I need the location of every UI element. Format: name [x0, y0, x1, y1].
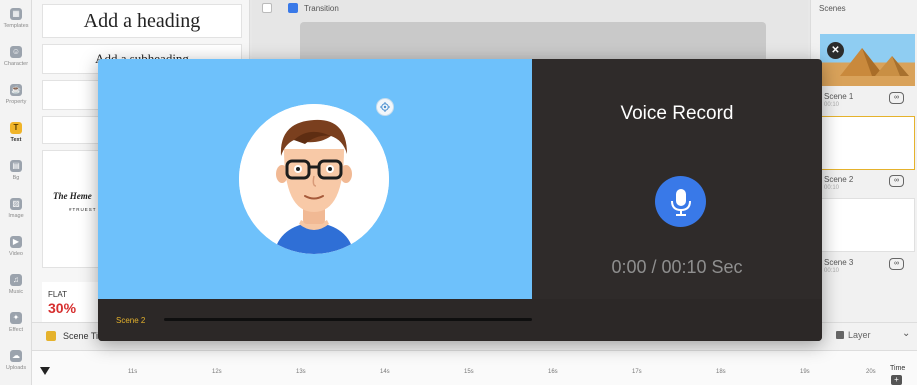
timeline-tick: 20s [866, 369, 876, 375]
sidebar-item-image[interactable]: ▨ Image [0, 198, 32, 219]
sidebar-item-label: Property [5, 99, 27, 105]
scene-3-link-icon[interactable]: ∞ [889, 258, 904, 270]
microphone-icon [670, 188, 691, 216]
timeline-tick: 12s [212, 369, 222, 375]
scene-duration: 00:10 [824, 102, 840, 108]
avatar [239, 104, 389, 254]
template-title: The Heme [53, 191, 92, 201]
sidebar-item-text[interactable]: T Text [0, 122, 32, 143]
templates-icon: ▦ [10, 8, 22, 20]
timeline-tick: 13s [296, 369, 306, 375]
timeline-tick: 18s [716, 369, 726, 375]
sidebar-item-label: Video [9, 251, 23, 257]
scene-2-link-icon[interactable]: ∞ [889, 175, 904, 187]
record-timer: 0:00 / 00:10 Sec [611, 257, 743, 277]
scene-timeline-icon [46, 331, 56, 341]
music-icon: ♫ [10, 274, 22, 286]
sidebar-item-character[interactable]: ☺ Character [0, 46, 32, 67]
template-subtitle: #TRUEST [69, 207, 97, 212]
timeline[interactable]: 11s 12s 13s 14s 15s 16s 17s 18s 19s 20s … [32, 350, 917, 385]
sidebar-item-video[interactable]: ▶ Video [0, 236, 32, 257]
scene-thumbnail-3[interactable] [820, 198, 915, 252]
sidebar-item-label: Image [8, 213, 24, 219]
recording-progress-bar: Scene 2 [98, 299, 822, 341]
background-icon: ▤ [10, 160, 22, 172]
promo-word: FLAT [48, 290, 67, 299]
playhead-icon[interactable] [40, 367, 50, 375]
scene-duration: 00:10 [824, 185, 840, 191]
image-icon: ▨ [10, 198, 22, 210]
checkbox[interactable] [262, 3, 272, 13]
add-heading-button[interactable]: Add a heading [42, 4, 242, 38]
sidebar-item-label: Text [10, 137, 22, 143]
layer-label[interactable]: Layer [848, 330, 871, 340]
scene-3-label[interactable]: Scene 3 00:10 [824, 258, 853, 276]
scene-name: Scene 1 [824, 92, 854, 101]
record-button[interactable] [655, 176, 706, 227]
promo-number: 30% [48, 300, 77, 316]
sidebar-item-label: Effect [9, 327, 23, 333]
scene-duration: 00:10 [824, 268, 840, 274]
recenter-glyph [380, 102, 390, 112]
sidebar-item-label: Uploads [5, 365, 27, 371]
scene-name: Scene 2 [824, 175, 854, 184]
timeline-tick: 19s [800, 369, 810, 375]
transition-label: Transition [304, 3, 339, 13]
character-preview [98, 59, 532, 299]
timeline-tick: 14s [380, 369, 390, 375]
recenter-icon[interactable] [376, 98, 394, 116]
sidebar-item-label: Bg [12, 175, 20, 181]
character-illustration [239, 104, 389, 254]
sidebar-item-label: Character [3, 61, 29, 67]
scene-1-label[interactable]: Scene 1 00:10 [824, 92, 853, 110]
heading-label: Add a heading [83, 10, 201, 32]
voice-record-panel: Voice Record 0:00 / 00:10 Sec [532, 59, 822, 299]
scene-2-label[interactable]: Scene 2 00:10 [824, 175, 853, 193]
scenes-header: Scenes [819, 4, 846, 13]
sidebar-item-label: Templates [3, 23, 29, 29]
sidebar-item-property[interactable]: ☕ Property [0, 84, 32, 105]
property-icon: ☕ [10, 84, 22, 96]
layer-icon [836, 331, 844, 339]
current-scene-label: Scene 2 [116, 316, 146, 325]
character-icon: ☺ [10, 46, 22, 58]
uploads-icon: ☁ [10, 350, 22, 362]
sidebar-item-label: Music [8, 289, 24, 295]
sidebar-item-music[interactable]: ♫ Music [0, 274, 32, 295]
recording-progress-track[interactable] [164, 318, 532, 321]
transition-toolbar[interactable]: Transition [262, 0, 562, 16]
scene-name: Scene 3 [824, 258, 854, 267]
scene-timeline-label[interactable]: Scene Ti [63, 331, 98, 341]
time-label: Time [890, 365, 906, 372]
app-root: ▦ Templates ☺ Character ☕ Property T Tex… [0, 0, 917, 385]
sidebar-item-uploads[interactable]: ☁ Uploads [0, 350, 32, 371]
timeline-tick: 15s [464, 369, 474, 375]
text-icon: T [10, 122, 22, 134]
scene-thumbnail-2[interactable] [820, 116, 915, 170]
add-time-icon[interactable]: + [891, 375, 902, 385]
timeline-tick: 16s [548, 369, 558, 375]
effect-icon: ✦ [10, 312, 22, 324]
sidebar-item-effect[interactable]: ✦ Effect [0, 312, 32, 333]
timeline-tick: 17s [632, 369, 642, 375]
sidebar-item-templates[interactable]: ▦ Templates [0, 8, 32, 29]
close-icon[interactable]: ✕ [827, 42, 844, 59]
left-sidebar: ▦ Templates ☺ Character ☕ Property T Tex… [0, 0, 32, 385]
voice-record-modal: Voice Record 0:00 / 00:10 Sec Scene 2 [98, 59, 822, 341]
chevron-down-icon[interactable]: ⌄ [902, 328, 910, 339]
scene-1-link-icon[interactable]: ∞ [889, 92, 904, 104]
transition-icon [288, 3, 298, 13]
sidebar-item-bg[interactable]: ▤ Bg [0, 160, 32, 181]
voice-record-title: Voice Record [620, 103, 734, 124]
video-icon: ▶ [10, 236, 22, 248]
timeline-tick: 11s [128, 369, 138, 375]
